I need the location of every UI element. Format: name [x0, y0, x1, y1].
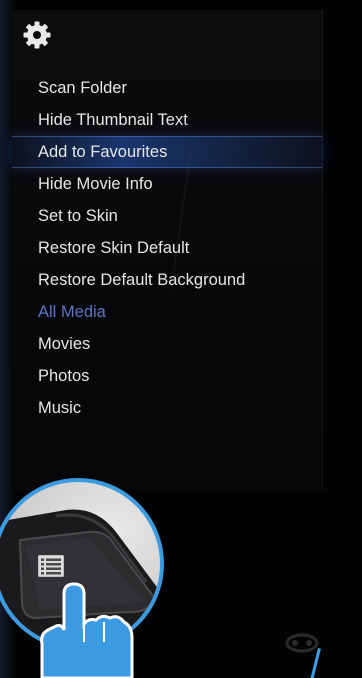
menu-item-restore-skin-default[interactable]: Restore Skin Default: [12, 232, 322, 264]
remote-icon: [285, 633, 319, 653]
menu-item-hide-thumbnail-text[interactable]: Hide Thumbnail Text: [12, 104, 322, 136]
menu-item-restore-default-background[interactable]: Restore Default Background: [12, 264, 322, 296]
options-menu-list: Scan Folder Hide Thumbnail Text Add to F…: [12, 72, 322, 424]
gear-icon[interactable]: [22, 20, 52, 50]
menu-item-add-to-favourites[interactable]: Add to Favourites: [12, 136, 322, 168]
menu-item-photos[interactable]: Photos: [12, 360, 322, 392]
media-player-screen: Scan Folder Hide Thumbnail Text Add to F…: [0, 0, 362, 678]
menu-item-all-media[interactable]: All Media: [12, 296, 322, 328]
menu-item-movies[interactable]: Movies: [12, 328, 322, 360]
menu-item-scan-folder[interactable]: Scan Folder: [12, 72, 322, 104]
pointing-hand-icon: [40, 582, 134, 678]
menu-item-set-to-skin[interactable]: Set to Skin: [12, 200, 322, 232]
menu-item-hide-movie-info[interactable]: Hide Movie Info: [12, 168, 322, 200]
list-icon[interactable]: [38, 555, 64, 577]
menu-item-music[interactable]: Music: [12, 392, 322, 424]
